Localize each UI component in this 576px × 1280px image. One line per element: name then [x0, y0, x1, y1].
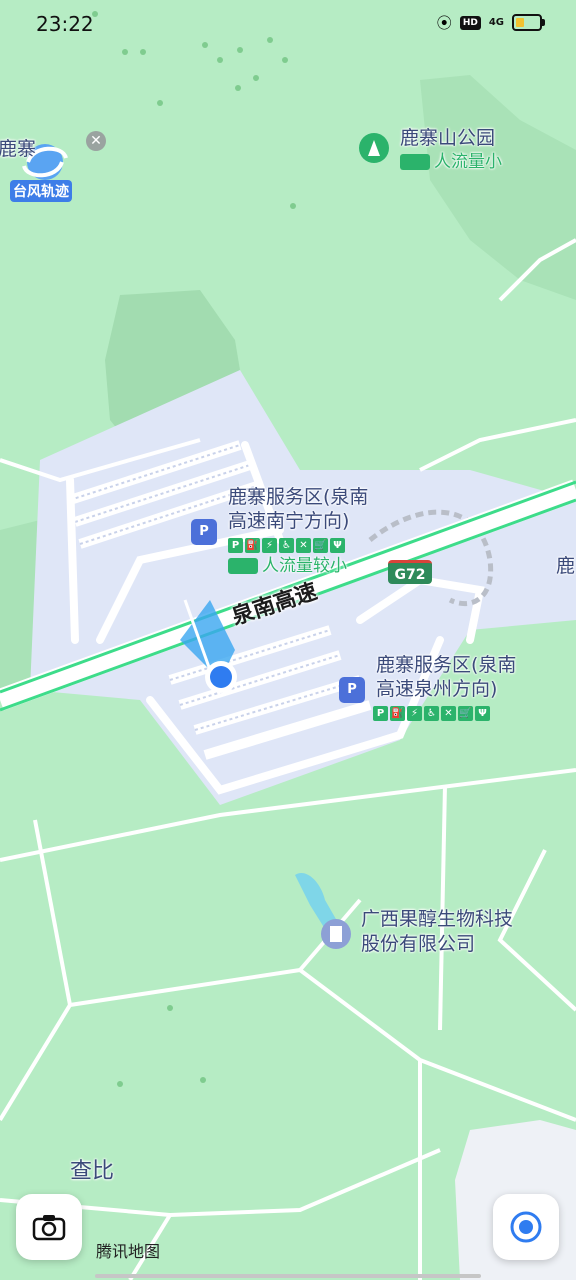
service-north-crowd: 人流量较小	[228, 555, 347, 578]
battery-icon	[512, 14, 545, 31]
locate-icon	[510, 1211, 542, 1243]
crowd-icon	[400, 154, 430, 170]
amenity-row-south: P ⛽ ⚡ ♿ ✕ 🛒 Ψ	[373, 706, 490, 721]
camera-icon	[32, 1215, 66, 1241]
repair-chip: ✕	[441, 706, 456, 721]
restroom-chip: ♿	[279, 538, 294, 553]
service-area-icon-south[interactable]: P	[339, 677, 365, 703]
charging-chip: ⚡	[262, 538, 277, 553]
company-label-2[interactable]: 股份有限公司	[361, 933, 475, 956]
map-canvas[interactable]	[0, 0, 576, 1280]
restaurant-chip: Ψ	[330, 538, 345, 553]
service-south-label-2[interactable]: 高速泉州方向)	[376, 678, 497, 701]
fuel-chip: ⛽	[245, 538, 260, 553]
amenity-row-north: P ⛽ ⚡ ♿ ✕ 🛒 Ψ	[228, 538, 345, 553]
service-north-label-2[interactable]: 高速南宁方向)	[228, 510, 349, 533]
company-label-1[interactable]: 广西果醇生物科技	[361, 908, 513, 931]
service-south-label-1[interactable]: 鹿寨服务区(泉南	[376, 654, 516, 677]
hd-icon: HD	[459, 15, 481, 30]
map-watermark: 腾讯地图	[96, 1242, 161, 1261]
home-indicator[interactable]	[95, 1274, 481, 1278]
repair-chip: ✕	[296, 538, 311, 553]
town-label-left: 鹿寨	[0, 138, 37, 160]
parking-chip: P	[228, 538, 243, 553]
status-time: 23:22	[36, 12, 94, 36]
parking-chip: P	[373, 706, 388, 721]
signal-icon: 4G	[488, 17, 504, 28]
park-crowd: 人流量小	[400, 151, 502, 174]
status-icons: ⦿ HD 4G	[436, 12, 545, 33]
service-area-icon-north[interactable]: P	[191, 519, 217, 545]
typhoon-label[interactable]: 台风轨迹	[10, 180, 72, 202]
town-label-right: 鹿	[556, 555, 576, 577]
shop-chip: 🛒	[458, 706, 473, 721]
shop-chip: 🛒	[313, 538, 328, 553]
charging-chip: ⚡	[407, 706, 422, 721]
restroom-chip: ♿	[424, 706, 439, 721]
fuel-chip: ⛽	[390, 706, 405, 721]
restaurant-chip: Ψ	[475, 706, 490, 721]
village-label: 查比	[70, 1159, 115, 1184]
highway-shield: G72	[388, 560, 432, 584]
crowd-icon	[228, 558, 258, 574]
locate-button[interactable]	[493, 1194, 559, 1260]
close-icon[interactable]: ✕	[86, 131, 106, 151]
camera-button[interactable]	[16, 1194, 82, 1260]
location-status-icon: ⦿	[436, 14, 452, 32]
park-label[interactable]: 鹿寨山公园	[400, 127, 495, 150]
status-bar: 23:22 ⦿ HD 4G	[0, 0, 576, 50]
service-north-label-1[interactable]: 鹿寨服务区(泉南	[228, 486, 368, 509]
